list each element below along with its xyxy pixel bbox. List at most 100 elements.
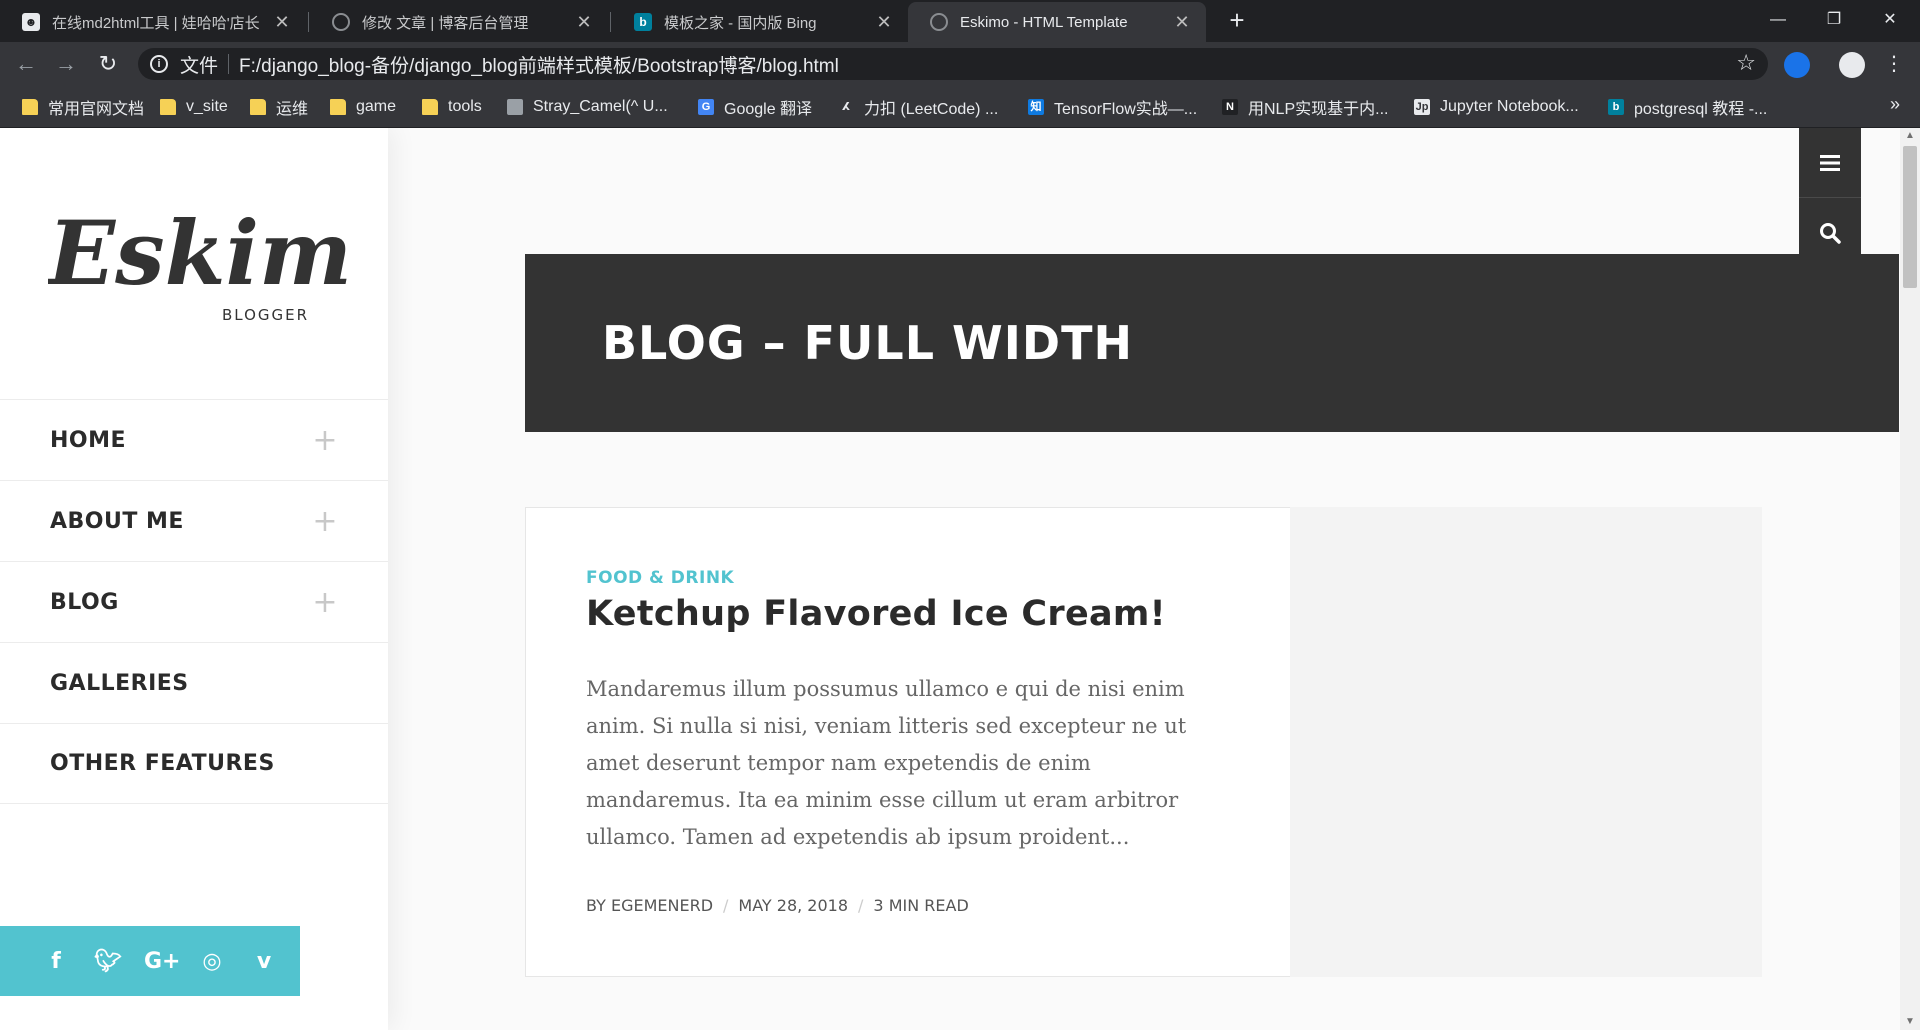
bookmark-label: TensorFlow实战—...	[1054, 101, 1198, 118]
tab-title: Eskimo - HTML Template	[960, 13, 1128, 31]
post-meta: BY EGEMENERD / MAY 28, 2018 / 3 MIN READ	[586, 896, 969, 915]
bookmark-link[interactable]: b postgresql 教程 -...	[1608, 94, 1767, 120]
bookmark-link[interactable]: N 用NLP实现基于内...	[1222, 94, 1388, 120]
profile-avatar-icon[interactable]	[1839, 52, 1865, 78]
twitter-icon[interactable]: 🐦︎	[92, 949, 124, 974]
nav-item-about[interactable]: ABOUT ME +	[0, 480, 388, 561]
zhihu-icon: 知	[1028, 99, 1044, 115]
more-menu-icon[interactable]: ⋮	[1880, 50, 1908, 78]
back-button[interactable]: ←	[12, 50, 40, 78]
post-title[interactable]: Ketchup Flavored Ice Cream!	[586, 594, 1166, 634]
page-header: BLOG – FULL WIDTH	[525, 254, 1899, 432]
plus-icon[interactable]: +	[312, 423, 338, 458]
scroll-thumb[interactable]	[1903, 146, 1917, 288]
bookmark-folder[interactable]: game	[330, 94, 396, 120]
nav-item-blog[interactable]: BLOG +	[0, 561, 388, 642]
n-icon: N	[1222, 99, 1238, 115]
bookmark-link[interactable]: ⵃ 力扣 (LeetCode) ...	[838, 94, 998, 120]
instagram-icon[interactable]: ◎	[196, 949, 228, 974]
folder-icon	[160, 99, 176, 115]
site-sidebar: Eskimo BLOGGER HOME + ABOUT ME + BLOG + GAL…	[0, 128, 388, 1030]
post-date: MAY 28, 2018	[738, 896, 849, 915]
nav-item-label: OTHER FEATURES	[50, 751, 275, 776]
bookmark-link[interactable]: 知 TensorFlow实战—...	[1028, 94, 1197, 120]
bookmark-link[interactable]: G Google 翻译	[698, 94, 812, 120]
nav-item-label: HOME	[50, 427, 127, 453]
plus-icon[interactable]: +	[312, 504, 338, 539]
folder-icon	[422, 99, 438, 115]
folder-icon	[330, 99, 346, 115]
reload-button[interactable]: ↻	[94, 50, 122, 78]
address-url[interactable]: F:/django_blog-备份/django_blog前端样式模板/Boot…	[239, 51, 839, 78]
bookmark-label: game	[356, 98, 397, 115]
browser-tab-strip: ☻ 在线md2html工具 | 娃哈哈'店长 ✕ 修改 文章 | 博客后台管理 …	[0, 0, 1920, 42]
tab-eskimo[interactable]: Eskimo - HTML Template ✕	[908, 2, 1206, 42]
forward-button[interactable]: →	[52, 50, 80, 78]
bookmark-link[interactable]: Stray_Camel(^ U...	[507, 94, 668, 120]
bookmark-label: Stray_Camel(^ U...	[533, 98, 668, 115]
post-category[interactable]: FOOD & DRINK	[586, 568, 734, 588]
nav-item-label: ABOUT ME	[50, 508, 184, 534]
post-read-time: 3 MIN READ	[873, 896, 969, 915]
nav-item-label: GALLERIES	[50, 670, 189, 696]
scroll-up-icon[interactable]: ▲	[1900, 128, 1920, 144]
vimeo-icon[interactable]: v	[248, 949, 280, 974]
menu-toggle-button[interactable]	[1799, 128, 1861, 198]
nav-item-galleries[interactable]: GALLERIES	[0, 642, 388, 723]
search-icon	[1820, 223, 1841, 244]
extension-icon[interactable]	[1784, 52, 1810, 78]
main-nav: HOME + ABOUT ME + BLOG + GALLERIES OTHER FE…	[0, 399, 388, 804]
tab-admin[interactable]: 修改 文章 | 博客后台管理 ✕	[310, 2, 608, 42]
folder-icon	[250, 99, 266, 115]
svg-text:BLOGGER: BLOGGER	[222, 306, 309, 324]
tab-md2html[interactable]: ☻ 在线md2html工具 | 娃哈哈'店长 ✕	[0, 2, 306, 42]
bookmark-folder[interactable]: tools	[422, 94, 482, 120]
minimize-button[interactable]: —	[1750, 0, 1806, 40]
social-bar: f 🐦︎ G+ ◎ v	[0, 926, 300, 996]
globe-icon	[930, 13, 948, 31]
bookmark-label: Google 翻译	[724, 101, 813, 118]
post-excerpt: Mandaremus illum possumus ullamco e qui …	[586, 677, 1187, 849]
new-tab-button[interactable]: +	[1222, 6, 1252, 36]
search-button[interactable]	[1799, 198, 1861, 268]
bookmarks-overflow-icon[interactable]: »	[1890, 94, 1900, 115]
close-icon[interactable]: ✕	[874, 12, 894, 33]
bookmark-label: 常用官网文档	[48, 101, 145, 118]
close-icon[interactable]: ✕	[1172, 12, 1192, 33]
tab-bing[interactable]: b 模板之家 - 国内版 Bing ✕	[612, 2, 908, 42]
eskimo-logo[interactable]: Eskimo BLOGGER	[48, 200, 348, 340]
google-plus-icon[interactable]: G+	[144, 949, 181, 974]
post-image[interactable]	[1290, 507, 1762, 977]
bookmark-folder[interactable]: v_site	[160, 94, 228, 120]
bookmark-label: 运维	[276, 101, 309, 118]
bing-icon: b	[1608, 99, 1624, 115]
close-icon[interactable]: ✕	[272, 12, 292, 33]
address-bar[interactable]: i 文件 F:/django_blog-备份/django_blog前端样式模板…	[138, 48, 1768, 80]
bookmark-label: postgresql 教程 -...	[1634, 101, 1768, 118]
bookmark-folder[interactable]: 运维	[250, 94, 308, 120]
bookmark-star-icon[interactable]: ☆	[1736, 50, 1756, 76]
window-close-button[interactable]: ✕	[1862, 0, 1918, 40]
info-icon[interactable]: i	[150, 55, 168, 73]
post-author[interactable]: BY EGEMENERD	[586, 896, 713, 915]
svg-text:Eskimo: Eskimo	[48, 201, 348, 305]
facebook-icon[interactable]: f	[40, 949, 72, 974]
restore-button[interactable]: ❐	[1806, 0, 1862, 40]
bookmark-label: 力扣 (LeetCode) ...	[864, 101, 999, 118]
bookmark-label: 用NLP实现基于内...	[1248, 101, 1389, 118]
scroll-down-icon[interactable]: ▼	[1900, 1014, 1920, 1030]
nav-item-home[interactable]: HOME +	[0, 399, 388, 480]
page-scrollbar[interactable]: ▲ ▼	[1900, 128, 1920, 1030]
bookmark-folder[interactable]: 常用官网文档	[22, 94, 144, 120]
bookmark-label: tools	[448, 98, 482, 115]
tab-title: 模板之家 - 国内版 Bing	[664, 14, 817, 32]
meta-divider: /	[723, 896, 729, 915]
globe-icon	[332, 13, 350, 31]
plus-icon[interactable]: +	[312, 585, 338, 620]
nav-item-other-features[interactable]: OTHER FEATURES	[0, 723, 388, 804]
leetcode-icon: ⵃ	[841, 101, 851, 113]
bookmark-link[interactable]: Jp Jupyter Notebook...	[1414, 94, 1579, 120]
bookmark-label: v_site	[186, 98, 228, 115]
close-icon[interactable]: ✕	[574, 12, 594, 33]
browser-toolbar: ← → ↻ i 文件 F:/django_blog-备份/django_blog…	[0, 42, 1920, 86]
